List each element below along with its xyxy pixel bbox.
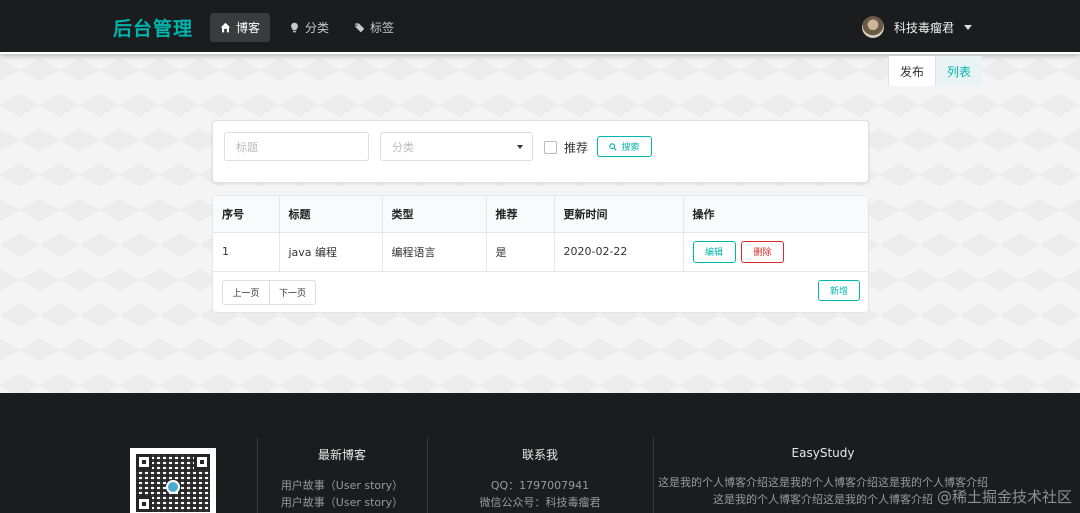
nav-item-label: 分类: [305, 21, 330, 35]
chevron-down-icon: [964, 24, 972, 30]
submenu-publish[interactable]: 发布: [888, 56, 935, 86]
header-title: 标题: [279, 196, 383, 233]
header-recommend: 推荐: [486, 196, 555, 233]
nav-item-category[interactable]: 分类: [279, 13, 339, 42]
tags-icon: [354, 23, 365, 33]
add-button[interactable]: 新增: [818, 280, 860, 301]
footer: 最新博客 用户故事（User story） 用户故事（User story） 联…: [0, 393, 1080, 513]
avatar: [861, 16, 884, 38]
contact-column: 联系我 QQ：1797007941 微信公众号：科技毒瘤君: [430, 446, 650, 511]
table-header-row: 序号 标题 类型 推荐 更新时间 操作: [213, 196, 868, 233]
recommend-label: 推荐: [564, 141, 589, 155]
contact-qq: QQ：1797007941: [490, 479, 590, 492]
footer-divider: [257, 437, 258, 513]
prev-page-button[interactable]: 上一页: [223, 281, 269, 304]
latest-blog-link[interactable]: 用户故事（User story）: [262, 477, 422, 494]
delete-button[interactable]: 删除: [741, 240, 784, 263]
cell-recommend: 是: [486, 232, 555, 272]
table-row: 1 java 编程 编程语言 是 2020-02-22 编辑 删除: [213, 232, 868, 272]
about-title: EasyStudy: [791, 446, 855, 460]
cell-actions: 编辑 删除: [683, 232, 868, 272]
latest-blogs-column: 最新博客 用户故事（User story） 用户故事（User story）: [262, 446, 422, 511]
search-button[interactable]: 搜索: [597, 136, 652, 157]
qr-logo-icon: [166, 480, 180, 494]
nav-item-label: 标签: [370, 21, 395, 35]
cell-title: java 编程: [279, 232, 383, 272]
cell-type: 编程语言: [382, 232, 487, 272]
search-panel: 标题 分类 推荐 搜索: [212, 120, 869, 183]
header-updated: 更新时间: [554, 196, 684, 233]
blog-table: 序号 标题 类型 推荐 更新时间 操作 1 java 编程 编程语言 是 202…: [213, 196, 868, 272]
sub-menu: 发布 列表: [888, 56, 982, 86]
watermark-text: @稀土掘金技术社区: [936, 488, 1072, 506]
blog-table-panel: 序号 标题 类型 推荐 更新时间 操作 1 java 编程 编程语言 是 202…: [212, 195, 869, 313]
contact-title: 联系我: [521, 448, 558, 462]
category-select[interactable]: 分类: [380, 132, 533, 161]
footer-divider: [427, 437, 428, 513]
header-type: 类型: [382, 196, 487, 233]
user-name: 科技毒瘤君: [893, 20, 954, 35]
pagination: 上一页 下一页: [222, 280, 316, 305]
footer-divider: [653, 437, 654, 513]
latest-blogs-title: 最新博客: [317, 448, 366, 462]
search-icon: [609, 142, 618, 151]
cell-index: 1: [213, 232, 280, 272]
recommend-checkbox-group[interactable]: 推荐: [544, 139, 588, 156]
top-navbar: 后台管理 博客 分类 标签 科技毒瘤君: [0, 0, 1080, 54]
recommend-checkbox[interactable]: [544, 141, 557, 154]
dropdown-icon: [517, 144, 523, 149]
cell-updated: 2020-02-22: [554, 232, 684, 272]
home-icon: [220, 22, 231, 33]
submenu-list[interactable]: 列表: [935, 56, 982, 86]
title-input[interactable]: 标题: [224, 132, 369, 161]
qr-code-image: [130, 448, 216, 513]
nav-item-label: 博客: [236, 21, 261, 35]
contact-wechat: 微信公众号：科技毒瘤君: [479, 496, 601, 509]
category-placeholder: 分类: [392, 140, 414, 154]
nav-item-blog[interactable]: 博客: [210, 13, 271, 42]
header-actions: 操作: [683, 196, 868, 233]
user-menu[interactable]: 科技毒瘤君: [861, 16, 972, 38]
search-button-label: 搜索: [621, 143, 640, 153]
nav-item-tags[interactable]: 标签: [344, 13, 404, 42]
brand-logo[interactable]: 后台管理: [113, 14, 193, 41]
latest-blog-link[interactable]: 用户故事（User story）: [262, 494, 422, 511]
lightbulb-icon: [291, 22, 298, 33]
next-page-button[interactable]: 下一页: [269, 281, 315, 304]
header-index: 序号: [213, 196, 280, 233]
edit-button[interactable]: 编辑: [692, 240, 736, 263]
